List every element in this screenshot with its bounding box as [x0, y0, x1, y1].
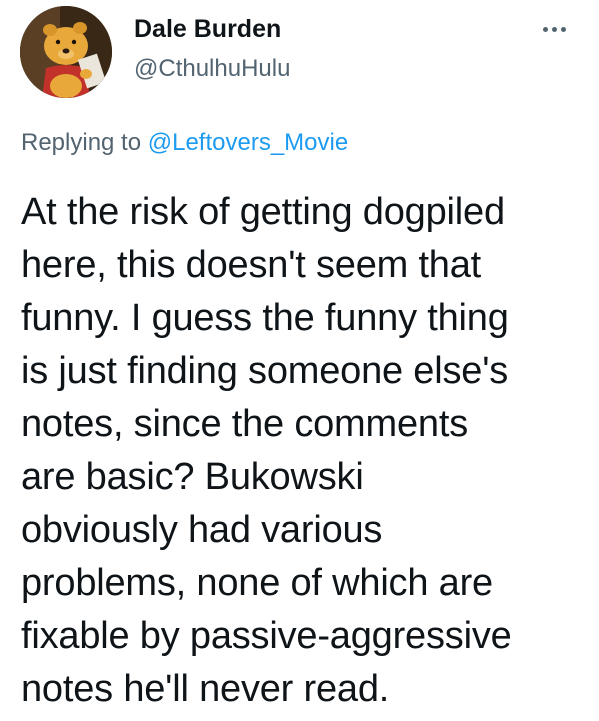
tweet-text-line: funny. I guess the funny thing: [21, 297, 509, 339]
tweet-text-line: fixable by passive-aggressive: [21, 615, 512, 657]
tweet-text-line: problems, none of which are: [21, 562, 493, 604]
display-name[interactable]: Dale Burden: [134, 14, 281, 44]
reply-mention-link[interactable]: @Leftovers_Movie: [148, 129, 348, 156]
more-options-button[interactable]: [532, 14, 576, 44]
tweet-text-line: is just finding someone else's: [21, 350, 509, 392]
tweet: Dale Burden @CthulhuHulu Replying to @Le…: [0, 0, 599, 721]
tweet-text-line: At the risk of getting dogpiled: [21, 191, 505, 233]
more-horizontal-icon: [541, 26, 568, 32]
tweet-text-line: notes he'll never read.: [21, 668, 390, 710]
avatar[interactable]: [20, 6, 112, 98]
replying-to-label: Replying to: [21, 129, 142, 156]
tweet-text-line: are basic? Bukowski: [21, 456, 364, 498]
tweet-text-line: notes, since the comments: [21, 403, 468, 445]
avatar-image: [20, 6, 112, 98]
replying-to: Replying to @Leftovers_Movie: [21, 128, 348, 158]
user-handle[interactable]: @CthulhuHulu: [134, 54, 290, 84]
tweet-text-line: obviously had various: [21, 509, 383, 551]
tweet-text-line: here, this doesn't seem that: [21, 244, 482, 286]
tweet-text: At the risk of getting dogpiled here, th…: [21, 186, 581, 716]
